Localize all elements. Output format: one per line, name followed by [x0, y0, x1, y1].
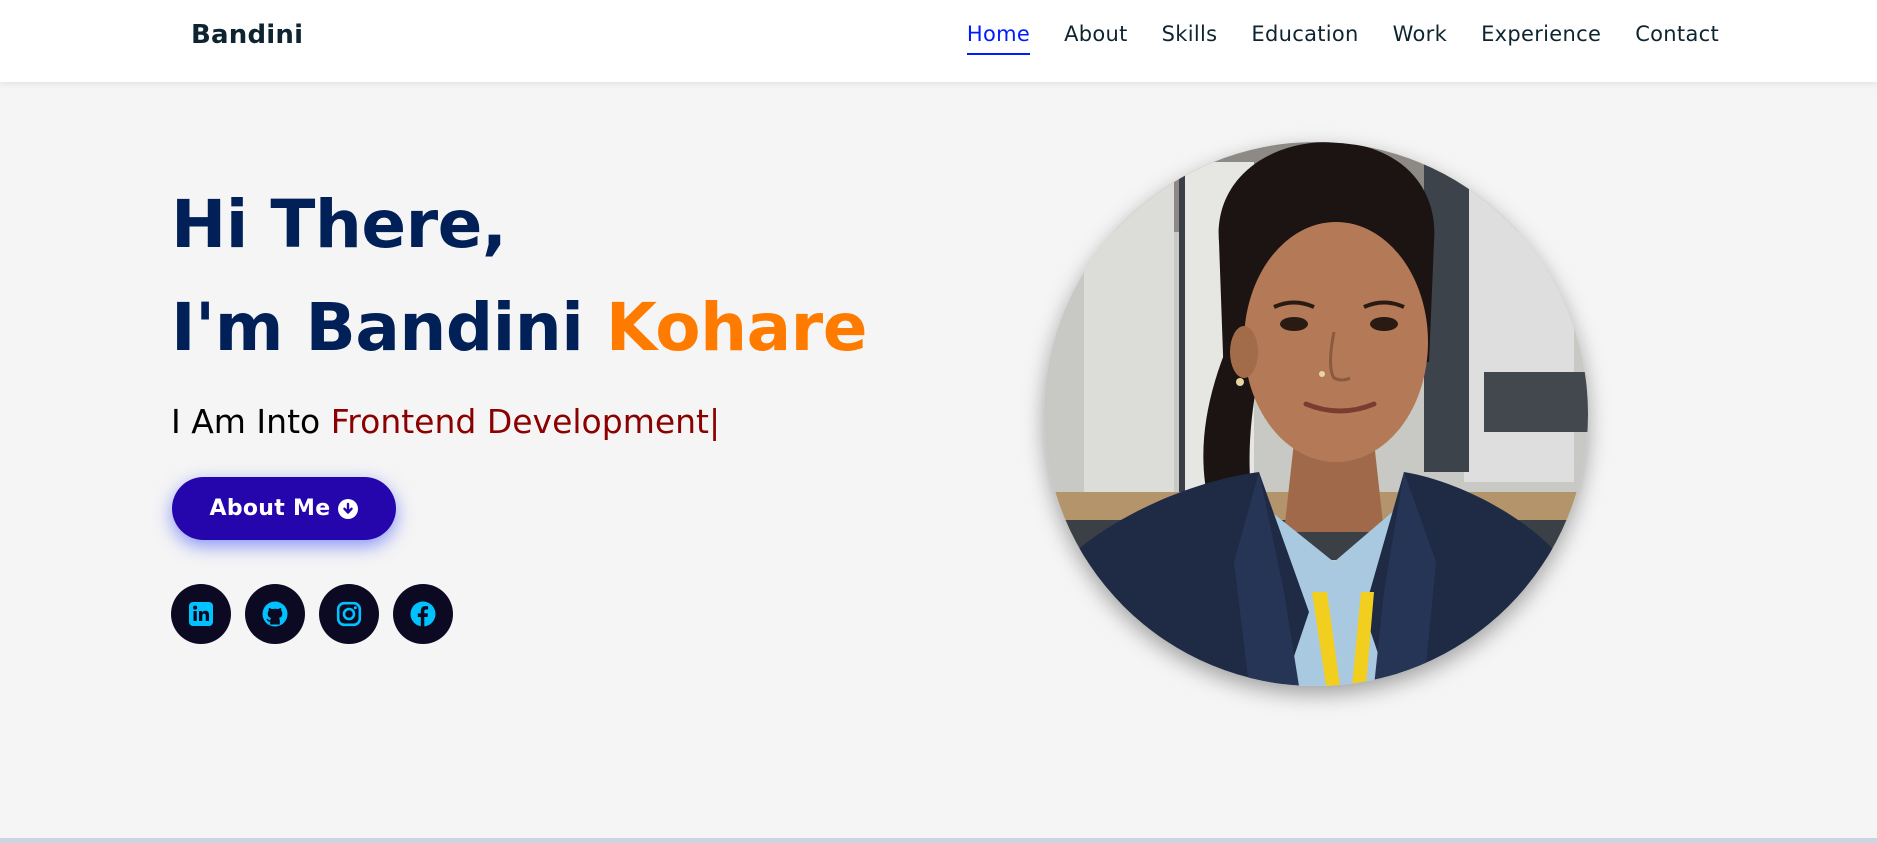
nav-item-experience[interactable]: Experience: [1481, 22, 1601, 53]
facebook-link[interactable]: [393, 584, 453, 644]
nav-item-work[interactable]: Work: [1393, 22, 1447, 53]
nav-item-home[interactable]: Home: [966, 22, 1031, 55]
arrow-circle-down-icon: [338, 498, 359, 519]
name-heading: I'm Bandini Kohare: [171, 295, 867, 361]
navbar: Bandini Home About Skills Education Work…: [0, 0, 1877, 82]
brand-logo[interactable]: Bandini: [191, 20, 303, 50]
about-me-label: About Me: [209, 496, 331, 521]
social-links: [171, 584, 453, 644]
hero-section: Hi There, I'm Bandini Kohare I Am Into F…: [0, 82, 1877, 838]
about-me-button[interactable]: About Me: [172, 477, 396, 540]
facebook-icon: [410, 601, 436, 627]
nav-item-education[interactable]: Education: [1251, 22, 1358, 53]
instagram-link[interactable]: [319, 584, 379, 644]
linkedin-link[interactable]: [171, 584, 231, 644]
nav-item-about[interactable]: About: [1064, 22, 1128, 53]
nav-menu: Home About Skills Education Work Experie…: [933, 22, 1719, 55]
instagram-icon: [336, 601, 362, 627]
typing-cursor: |: [709, 402, 721, 441]
nav-item-skills[interactable]: Skills: [1162, 22, 1218, 53]
typing-role: Frontend Development: [330, 402, 709, 441]
section-divider: [0, 838, 1877, 843]
linkedin-icon: [189, 602, 213, 626]
name-prefix: I'm Bandini: [171, 289, 584, 366]
name-highlight: Kohare: [605, 289, 868, 366]
typing-text: I Am Into Frontend Development|: [171, 402, 721, 441]
greeting-heading: Hi There,: [171, 186, 507, 263]
typing-prefix: I Am Into: [171, 402, 321, 441]
nav-item-contact[interactable]: Contact: [1635, 22, 1719, 53]
github-icon: [262, 601, 288, 627]
profile-photo: [1044, 142, 1588, 686]
github-link[interactable]: [245, 584, 305, 644]
